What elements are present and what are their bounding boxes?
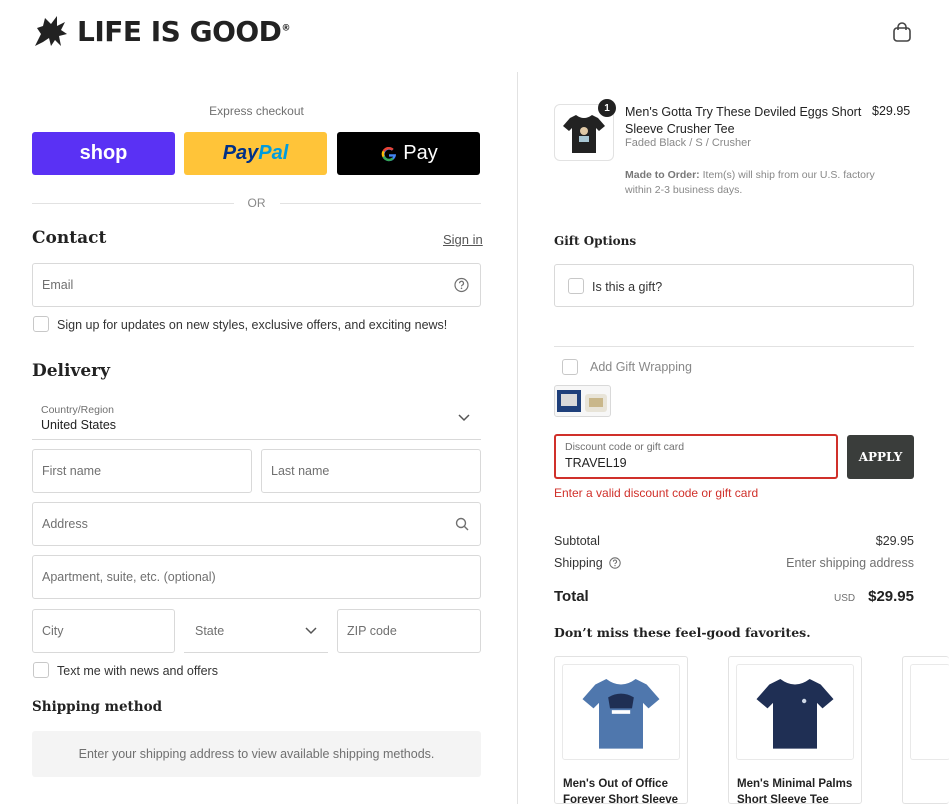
city-field[interactable]: City (32, 609, 175, 653)
favorites-title: Don’t miss these feel-good favorites. (554, 625, 811, 640)
help-circle-icon[interactable] (609, 557, 621, 569)
favorite-image (736, 664, 854, 760)
paypal-button[interactable]: Pay Pal (184, 132, 327, 175)
discount-error: Enter a valid discount code or gift card (554, 486, 759, 500)
shop-pay-button[interactable]: shop (32, 132, 175, 175)
quantity-badge: 1 (598, 99, 616, 117)
contact-title: Contact (32, 228, 107, 248)
is-gift-checkbox[interactable] (568, 278, 584, 294)
search-icon (455, 517, 469, 531)
gift-wrap-image (554, 385, 611, 417)
help-circle-icon[interactable] (454, 277, 469, 293)
chevron-down-icon (305, 626, 317, 634)
google-g-icon (381, 146, 397, 161)
brand-logo[interactable]: LIFE IS GOOD® (31, 14, 290, 48)
sign-in-link[interactable]: Sign in (443, 232, 483, 247)
favorite-name: Men's Minimal Palms Short Sleeve Tee (737, 778, 853, 804)
gift-divider (554, 346, 914, 347)
newsletter-label: Sign up for updates on new styles, exclu… (57, 318, 448, 332)
brand-name: LIFE IS GOOD® (77, 14, 290, 48)
newsletter-checkbox[interactable] (33, 316, 49, 332)
favorite-card[interactable]: Men's Out of Office Forever Short Sleeve (554, 656, 688, 804)
delivery-title: Delivery (32, 361, 111, 381)
last-name-field[interactable]: Last name (261, 449, 481, 493)
shopping-bag-icon[interactable] (891, 21, 913, 43)
apartment-field[interactable]: Apartment, suite, etc. (optional) (32, 555, 481, 599)
tshirt-image (563, 114, 605, 153)
sms-label: Text me with news and offers (57, 664, 218, 678)
product-variant: Faded Black / S / Crusher (625, 137, 751, 149)
discount-code-field[interactable]: Discount code or gift card TRAVEL19 (554, 434, 838, 479)
is-gift-label: Is this a gift? (592, 280, 663, 294)
express-checkout-label: Express checkout (209, 104, 304, 118)
subtotal-label: Subtotal (554, 534, 600, 548)
product-price: $29.95 (872, 104, 911, 118)
shipping-label: Shipping (554, 556, 621, 570)
gift-options-title: Gift Options (554, 234, 637, 248)
shipping-method-placeholder: Enter your shipping address to view avai… (32, 731, 481, 777)
first-name-field[interactable]: First name (32, 449, 252, 493)
made-to-order-note: Made to Order: Item(s) will ship from ou… (625, 169, 875, 196)
product-name: Men's Gotta Try These Deviled Eggs Short… (625, 105, 862, 136)
gift-wrap-checkbox[interactable] (562, 359, 578, 375)
favorite-name: Men's Out of Office Forever Short Sleeve (563, 778, 679, 804)
address-field[interactable]: Address (32, 502, 481, 546)
favorite-card[interactable]: Men's Minimal Palms Short Sleeve Tee (728, 656, 862, 804)
total-value: $29.95 (868, 588, 914, 605)
favorite-card-partial[interactable] (902, 656, 949, 804)
gift-options-box: Is this a gift? (554, 264, 914, 307)
column-divider (517, 72, 518, 804)
country-select[interactable]: Country/Region United States (32, 396, 481, 440)
state-select[interactable]: State (184, 609, 328, 653)
favorite-image (910, 664, 949, 760)
sms-checkbox[interactable] (33, 662, 49, 678)
total-label: Total (554, 588, 589, 605)
email-field[interactable]: Email (32, 263, 481, 307)
shipping-method-title: Shipping method (32, 699, 163, 715)
zip-field[interactable]: ZIP code (337, 609, 481, 653)
gift-wrap-label: Add Gift Wrapping (590, 360, 692, 374)
shipping-value: Enter shipping address (786, 556, 914, 570)
google-pay-button[interactable]: Pay (337, 132, 480, 175)
favorite-image (562, 664, 680, 760)
or-divider: OR (32, 196, 481, 210)
total-currency: USD (834, 593, 856, 604)
apply-button[interactable]: APPLY (847, 435, 914, 479)
subtotal-value: $29.95 (875, 534, 914, 548)
chevron-down-icon (458, 413, 470, 421)
dragon-logo-icon (35, 16, 67, 46)
